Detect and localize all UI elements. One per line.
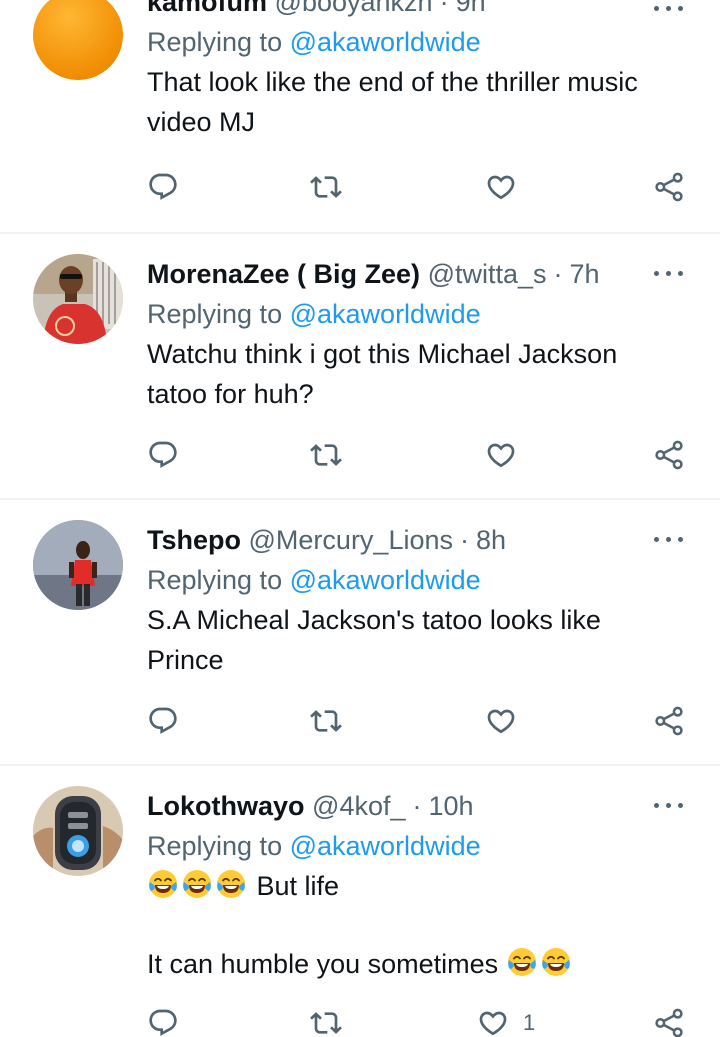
display-name[interactable]: kamofum <box>147 0 267 17</box>
tweet-text: That look like the end of the thriller m… <box>147 62 687 142</box>
timestamp[interactable]: 9h <box>456 0 486 17</box>
share-button[interactable] <box>653 438 685 472</box>
more-icon[interactable] <box>654 800 684 810</box>
avatar-lokothwayo[interactable] <box>33 786 123 876</box>
avatar-tshepo[interactable] <box>33 520 123 610</box>
tweet-text-line: That look like the end of the thriller m… <box>147 67 638 97</box>
retweet-icon <box>310 439 342 471</box>
reply-button[interactable] <box>147 438 179 472</box>
like-count: 1 <box>523 1010 536 1035</box>
face-with-tears-of-joy-emoji <box>540 946 572 978</box>
more-icon[interactable] <box>654 534 684 544</box>
face-with-tears-of-joy-emoji <box>147 868 179 900</box>
tweet-text-line: It can humble you sometimes <box>147 944 687 984</box>
reply-icon <box>147 1007 179 1037</box>
avatar-kamofum[interactable] <box>33 0 123 80</box>
tweet-header: kamofum @booyahkzn · 9h <box>147 0 687 22</box>
heart-icon <box>485 171 517 203</box>
retweet-button[interactable] <box>310 1006 342 1037</box>
replying-to-label: Replying to <box>147 831 283 861</box>
retweet-icon <box>310 171 342 203</box>
retweet-button[interactable] <box>310 438 342 472</box>
retweet-icon <box>310 705 342 737</box>
reply-icon <box>147 705 179 737</box>
display-name[interactable]: Tshepo <box>147 525 241 555</box>
user-handle[interactable]: @booyahkzn <box>275 0 433 17</box>
share-button[interactable] <box>653 1006 685 1037</box>
reply-button[interactable] <box>147 170 179 204</box>
share-icon <box>653 171 685 203</box>
reply-icon <box>147 439 179 471</box>
display-name[interactable]: Lokothwayo <box>147 791 305 821</box>
share-icon <box>653 705 685 737</box>
mention-link[interactable]: @akaworldwide <box>290 299 481 329</box>
retweet-button[interactable] <box>310 170 342 204</box>
replying-to: Replying to @akaworldwide <box>147 22 687 62</box>
tweet-header: MorenaZee ( Big Zee) @twitta_s · 7h <box>147 259 600 289</box>
tweet-text: But life It can humble you sometimes <box>147 866 687 984</box>
heart-icon <box>477 1007 509 1037</box>
retweet-button[interactable] <box>310 704 342 738</box>
share-icon <box>653 1007 685 1037</box>
tweet-text: Watchu think i got this Michael Jackson … <box>147 334 687 414</box>
face-with-tears-of-joy-emoji <box>181 868 213 900</box>
face-with-tears-of-joy-emoji <box>215 868 247 900</box>
tweet-text-line: Prince <box>147 645 224 675</box>
timestamp[interactable]: 10h <box>429 791 474 821</box>
tweet-1[interactable]: kamofum @booyahkzn · 9h Replying to @akawo… <box>0 0 720 232</box>
tweet-text-line: Watchu think i got this Michael Jackson <box>147 339 618 369</box>
share-button[interactable] <box>653 704 685 738</box>
tweet-header: Lokothwayo @4kof_ · 10h <box>147 791 474 821</box>
reply-button[interactable] <box>147 704 179 738</box>
replying-to-label: Replying to <box>147 27 283 57</box>
tweet-text-line: tatoo for huh? <box>147 379 314 409</box>
display-name[interactable]: MorenaZee ( Big Zee) <box>147 259 420 289</box>
reply-icon <box>147 171 179 203</box>
user-handle[interactable]: @twitta_s <box>428 259 547 289</box>
like-button[interactable]: 1 <box>477 1006 535 1037</box>
avatar-morenazee[interactable] <box>33 254 123 344</box>
share-button[interactable] <box>653 170 685 204</box>
mention-link[interactable]: @akaworldwide <box>290 831 481 861</box>
retweet-icon <box>310 1007 342 1037</box>
tweet-2[interactable]: MorenaZee ( Big Zee) @twitta_s · 7h Replyi… <box>0 234 720 498</box>
tweet-text-segment: It can humble you sometimes <box>147 949 499 979</box>
tweet-text-segment: But life <box>256 871 340 901</box>
tweet-4[interactable]: Lokothwayo @4kof_ · 10h Replying to @akawo… <box>0 766 720 1037</box>
user-handle[interactable]: @4kof_ <box>312 791 405 821</box>
heart-icon <box>485 439 517 471</box>
face-with-tears-of-joy-emoji <box>506 946 538 978</box>
tweet-header: Tshepo @Mercury_Lions · 8h <box>147 525 507 555</box>
user-handle[interactable]: @Mercury_Lions <box>249 525 453 555</box>
like-button[interactable] <box>485 704 531 738</box>
mention-link[interactable]: @akaworldwide <box>290 565 481 595</box>
like-button[interactable] <box>485 170 531 204</box>
share-icon <box>653 439 685 471</box>
replying-to: Replying to @akaworldwide <box>147 826 687 866</box>
replying-to-label: Replying to <box>147 299 283 329</box>
replying-to: Replying to @akaworldwide <box>147 560 687 600</box>
reply-button[interactable] <box>147 1006 179 1037</box>
replying-to: Replying to @akaworldwide <box>147 294 687 334</box>
timestamp[interactable]: 7h <box>570 259 600 289</box>
tweet-text: S.A Micheal Jackson's tatoo looks like P… <box>147 600 687 680</box>
timestamp[interactable]: 8h <box>476 525 506 555</box>
tweet-text-line: But life <box>147 866 687 906</box>
replying-to-label: Replying to <box>147 565 283 595</box>
more-icon[interactable] <box>654 3 684 13</box>
more-icon[interactable] <box>654 268 684 278</box>
tweet-3[interactable]: Tshepo @Mercury_Lions · 8h Replying to @ak… <box>0 500 720 764</box>
mention-link[interactable]: @akaworldwide <box>290 27 481 57</box>
heart-icon <box>485 705 517 737</box>
like-button[interactable] <box>485 438 531 472</box>
tweet-text-line: video MJ <box>147 107 256 137</box>
tweet-text-line: S.A Micheal Jackson's tatoo looks like <box>147 605 601 635</box>
